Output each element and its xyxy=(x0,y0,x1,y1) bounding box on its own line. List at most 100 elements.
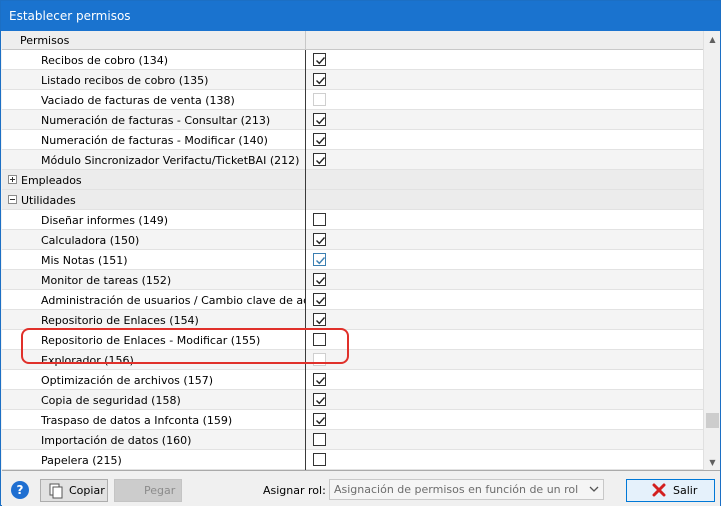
permission-checkbox[interactable] xyxy=(313,133,326,146)
role-select[interactable]: Asignación de permisos en función de un … xyxy=(329,479,604,500)
permission-checkbox[interactable] xyxy=(313,213,326,226)
permission-name-cell[interactable]: Mis Notas (151) xyxy=(2,250,306,270)
permission-checkbox[interactable] xyxy=(313,233,326,246)
table-row[interactable]: Listado recibos de cobro (135) xyxy=(2,70,703,90)
permission-label: Repositorio de Enlaces (154) xyxy=(41,314,199,327)
permission-label: Diseñar informes (149) xyxy=(41,214,169,227)
paste-button-label: Pegar xyxy=(144,484,176,497)
permission-label: Importación de datos (160) xyxy=(41,434,192,447)
table-row[interactable]: Papelera (215) xyxy=(2,450,703,470)
permission-label: Vaciado de facturas de venta (138) xyxy=(41,94,235,107)
expand-icon[interactable] xyxy=(8,175,17,184)
permission-checkbox[interactable] xyxy=(313,153,326,166)
permission-name-cell[interactable]: Copia de seguridad (158) xyxy=(2,390,306,410)
permission-name-cell[interactable]: Traspaso de datos a Infconta (159) xyxy=(2,410,306,430)
permission-check-cell xyxy=(307,190,703,210)
exit-button[interactable]: Salir xyxy=(626,479,715,502)
permission-name-cell[interactable]: Vaciado de facturas de venta (138) xyxy=(2,90,306,110)
permission-name-cell[interactable]: Numeración de facturas - Modificar (140) xyxy=(2,130,306,150)
permission-label: Utilidades xyxy=(21,194,76,207)
permission-name-cell[interactable]: Módulo Sincronizador Verifactu/TicketBAI… xyxy=(2,150,306,170)
permission-name-cell[interactable]: Numeración de facturas - Consultar (213) xyxy=(2,110,306,130)
group-row[interactable]: Utilidades xyxy=(2,190,703,210)
permission-label: Repositorio de Enlaces - Modificar (155) xyxy=(41,334,261,347)
table-row[interactable]: Numeración de facturas - Modificar (140) xyxy=(2,130,703,150)
permissions-grid[interactable]: Permisos Recibos de cobro (134) Listado r… xyxy=(2,31,720,471)
permission-checkbox[interactable] xyxy=(313,333,326,346)
title-bar[interactable]: Establecer permisos xyxy=(1,1,720,31)
permission-name-cell[interactable]: Importación de datos (160) xyxy=(2,430,306,450)
permission-name-cell[interactable]: Listado recibos de cobro (135) xyxy=(2,70,306,90)
table-row[interactable]: Optimización de archivos (157) xyxy=(2,370,703,390)
permission-checkbox[interactable] xyxy=(313,433,326,446)
permission-name-cell[interactable]: Optimización de archivos (157) xyxy=(2,370,306,390)
group-row[interactable]: Empleados xyxy=(2,170,703,190)
permission-check-cell xyxy=(307,210,703,230)
table-row[interactable]: Módulo Sincronizador Verifactu/TicketBAI… xyxy=(2,150,703,170)
table-row[interactable]: Importación de datos (160) xyxy=(2,430,703,450)
table-row[interactable]: Mis Notas (151) xyxy=(2,250,703,270)
copy-button[interactable]: Copiar xyxy=(40,479,108,502)
permission-checkbox[interactable] xyxy=(313,453,326,466)
permission-check-cell xyxy=(307,130,703,150)
permission-check-cell xyxy=(307,450,703,470)
column-header-label: Permisos xyxy=(20,34,70,47)
table-row[interactable]: Recibos de cobro (134) xyxy=(2,50,703,70)
permission-name-cell[interactable]: Empleados xyxy=(2,170,306,190)
table-row[interactable]: Vaciado de facturas de venta (138) xyxy=(2,90,703,110)
table-row[interactable]: Calculadora (150) xyxy=(2,230,703,250)
permission-name-cell[interactable]: Calculadora (150) xyxy=(2,230,306,250)
permission-checkbox[interactable] xyxy=(313,53,326,66)
permission-name-cell[interactable]: Monitor de tareas (152) xyxy=(2,270,306,290)
permission-label: Traspaso de datos a Infconta (159) xyxy=(41,414,233,427)
column-header-permissions[interactable]: Permisos xyxy=(2,31,306,50)
permission-checkbox[interactable] xyxy=(313,293,326,306)
permission-check-cell xyxy=(307,330,703,350)
permission-name-cell[interactable]: Diseñar informes (149) xyxy=(2,210,306,230)
permission-name-cell[interactable]: Administración de usuarios / Cambio clav… xyxy=(2,290,306,310)
permission-name-cell[interactable]: Repositorio de Enlaces - Modificar (155) xyxy=(2,330,306,350)
table-row[interactable]: Copia de seguridad (158) xyxy=(2,390,703,410)
permission-checkbox[interactable] xyxy=(313,273,326,286)
permission-name-cell[interactable]: Recibos de cobro (134) xyxy=(2,50,306,70)
scrollbar-thumb[interactable] xyxy=(706,413,719,428)
table-row[interactable]: Diseñar informes (149) xyxy=(2,210,703,230)
permission-name-cell[interactable]: Papelera (215) xyxy=(2,450,306,470)
vertical-scrollbar[interactable]: ▲ ▼ xyxy=(703,31,720,470)
permission-label: Calculadora (150) xyxy=(41,234,140,247)
collapse-icon[interactable] xyxy=(8,195,17,204)
permission-name-cell[interactable]: Utilidades xyxy=(2,190,306,210)
permission-check-cell xyxy=(307,390,703,410)
table-row[interactable]: Explorador (156) xyxy=(2,350,703,370)
permission-label: Mis Notas (151) xyxy=(41,254,128,267)
table-row[interactable]: Administración de usuarios / Cambio clav… xyxy=(2,290,703,310)
permission-label: Administración de usuarios / Cambio clav… xyxy=(41,294,305,307)
permission-checkbox[interactable] xyxy=(313,73,326,86)
paste-button[interactable]: Pegar xyxy=(114,479,182,502)
permission-name-cell[interactable]: Explorador (156) xyxy=(2,350,306,370)
scroll-up-icon[interactable]: ▲ xyxy=(704,31,720,48)
table-row[interactable]: Repositorio de Enlaces (154) xyxy=(2,310,703,330)
table-row[interactable]: Numeración de facturas - Consultar (213) xyxy=(2,110,703,130)
permissions-rows: Recibos de cobro (134) Listado recibos de… xyxy=(2,50,703,470)
table-row[interactable]: Traspaso de datos a Infconta (159) xyxy=(2,410,703,430)
permission-checkbox[interactable] xyxy=(313,253,326,266)
permission-checkbox[interactable] xyxy=(313,313,326,326)
table-row[interactable]: Monitor de tareas (152) xyxy=(2,270,703,290)
permission-checkbox[interactable] xyxy=(313,113,326,126)
permission-checkbox[interactable] xyxy=(313,373,326,386)
permission-name-cell[interactable]: Repositorio de Enlaces (154) xyxy=(2,310,306,330)
copy-icon xyxy=(48,483,64,502)
permission-check-cell xyxy=(307,290,703,310)
permission-label: Optimización de archivos (157) xyxy=(41,374,213,387)
help-icon[interactable]: ? xyxy=(11,481,29,499)
scroll-down-icon[interactable]: ▼ xyxy=(704,454,720,470)
permission-checkbox[interactable] xyxy=(313,393,326,406)
permission-check-cell xyxy=(307,150,703,170)
table-row[interactable]: Repositorio de Enlaces - Modificar (155) xyxy=(2,330,703,350)
permission-label: Copia de seguridad (158) xyxy=(41,394,181,407)
permission-label: Recibos de cobro (134) xyxy=(41,54,169,67)
permission-check-cell xyxy=(307,70,703,90)
permission-checkbox[interactable] xyxy=(313,413,326,426)
exit-button-label: Salir xyxy=(673,484,698,497)
